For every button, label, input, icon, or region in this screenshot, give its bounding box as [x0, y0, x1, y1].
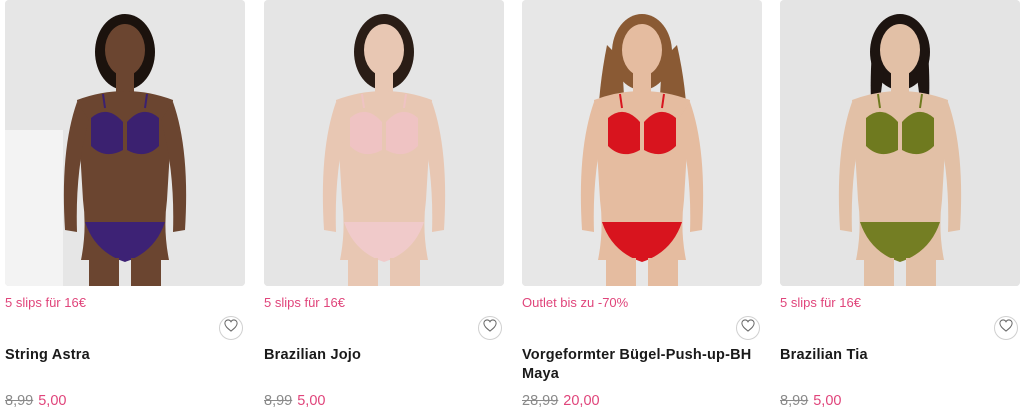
promo-label: Outlet bis zu -70%	[522, 295, 629, 310]
promo-label: 5 slips für 16€	[5, 295, 86, 310]
old-price: 28,99	[522, 393, 559, 409]
product-name[interactable]: Brazilian Jojo	[264, 346, 502, 365]
sale-price: 5,00	[38, 393, 67, 409]
product-image[interactable]	[780, 0, 1020, 286]
heart-icon	[483, 319, 497, 337]
price-row: 8,99 5,00	[264, 393, 325, 409]
wishlist-button[interactable]	[736, 316, 760, 340]
heart-icon	[224, 319, 238, 337]
heart-icon	[999, 319, 1013, 337]
heart-icon	[741, 319, 755, 337]
model-illustration	[780, 0, 1020, 286]
model-illustration	[264, 0, 504, 286]
price-row: 8,99 5,00	[5, 393, 66, 409]
product-image[interactable]	[5, 0, 245, 286]
promo-label: 5 slips für 16€	[264, 295, 345, 310]
old-price: 8,99	[264, 393, 293, 409]
price-row: 8,99 5,00	[780, 393, 841, 409]
wishlist-button[interactable]	[219, 316, 243, 340]
product-image[interactable]	[522, 0, 762, 286]
product-grid: 5 slips für 16€ String Astra 8,99 5,00 5…	[0, 0, 1024, 415]
product-card[interactable]: 5 slips für 16€ Brazilian Tia 8,99 5,00	[780, 0, 1020, 415]
product-name[interactable]: String Astra	[5, 346, 243, 365]
product-name[interactable]: Vorgeformter Bügel-Push-up-BH Maya	[522, 346, 760, 384]
product-name[interactable]: Brazilian Tia	[780, 346, 1018, 365]
product-card[interactable]: Outlet bis zu -70% Vorgeformter Bügel-Pu…	[522, 0, 762, 415]
model-illustration	[5, 0, 245, 286]
product-image[interactable]	[264, 0, 504, 286]
model-illustration	[522, 0, 762, 286]
wishlist-button[interactable]	[994, 316, 1018, 340]
wishlist-button[interactable]	[478, 316, 502, 340]
sale-price: 20,00	[563, 393, 600, 409]
product-card[interactable]: 5 slips für 16€ Brazilian Jojo 8,99 5,00	[264, 0, 504, 415]
sale-price: 5,00	[813, 393, 842, 409]
old-price: 8,99	[780, 393, 809, 409]
sale-price: 5,00	[297, 393, 326, 409]
old-price: 8,99	[5, 393, 34, 409]
product-card[interactable]: 5 slips für 16€ String Astra 8,99 5,00	[5, 0, 245, 415]
price-row: 28,99 20,00	[522, 393, 600, 409]
promo-label: 5 slips für 16€	[780, 295, 861, 310]
